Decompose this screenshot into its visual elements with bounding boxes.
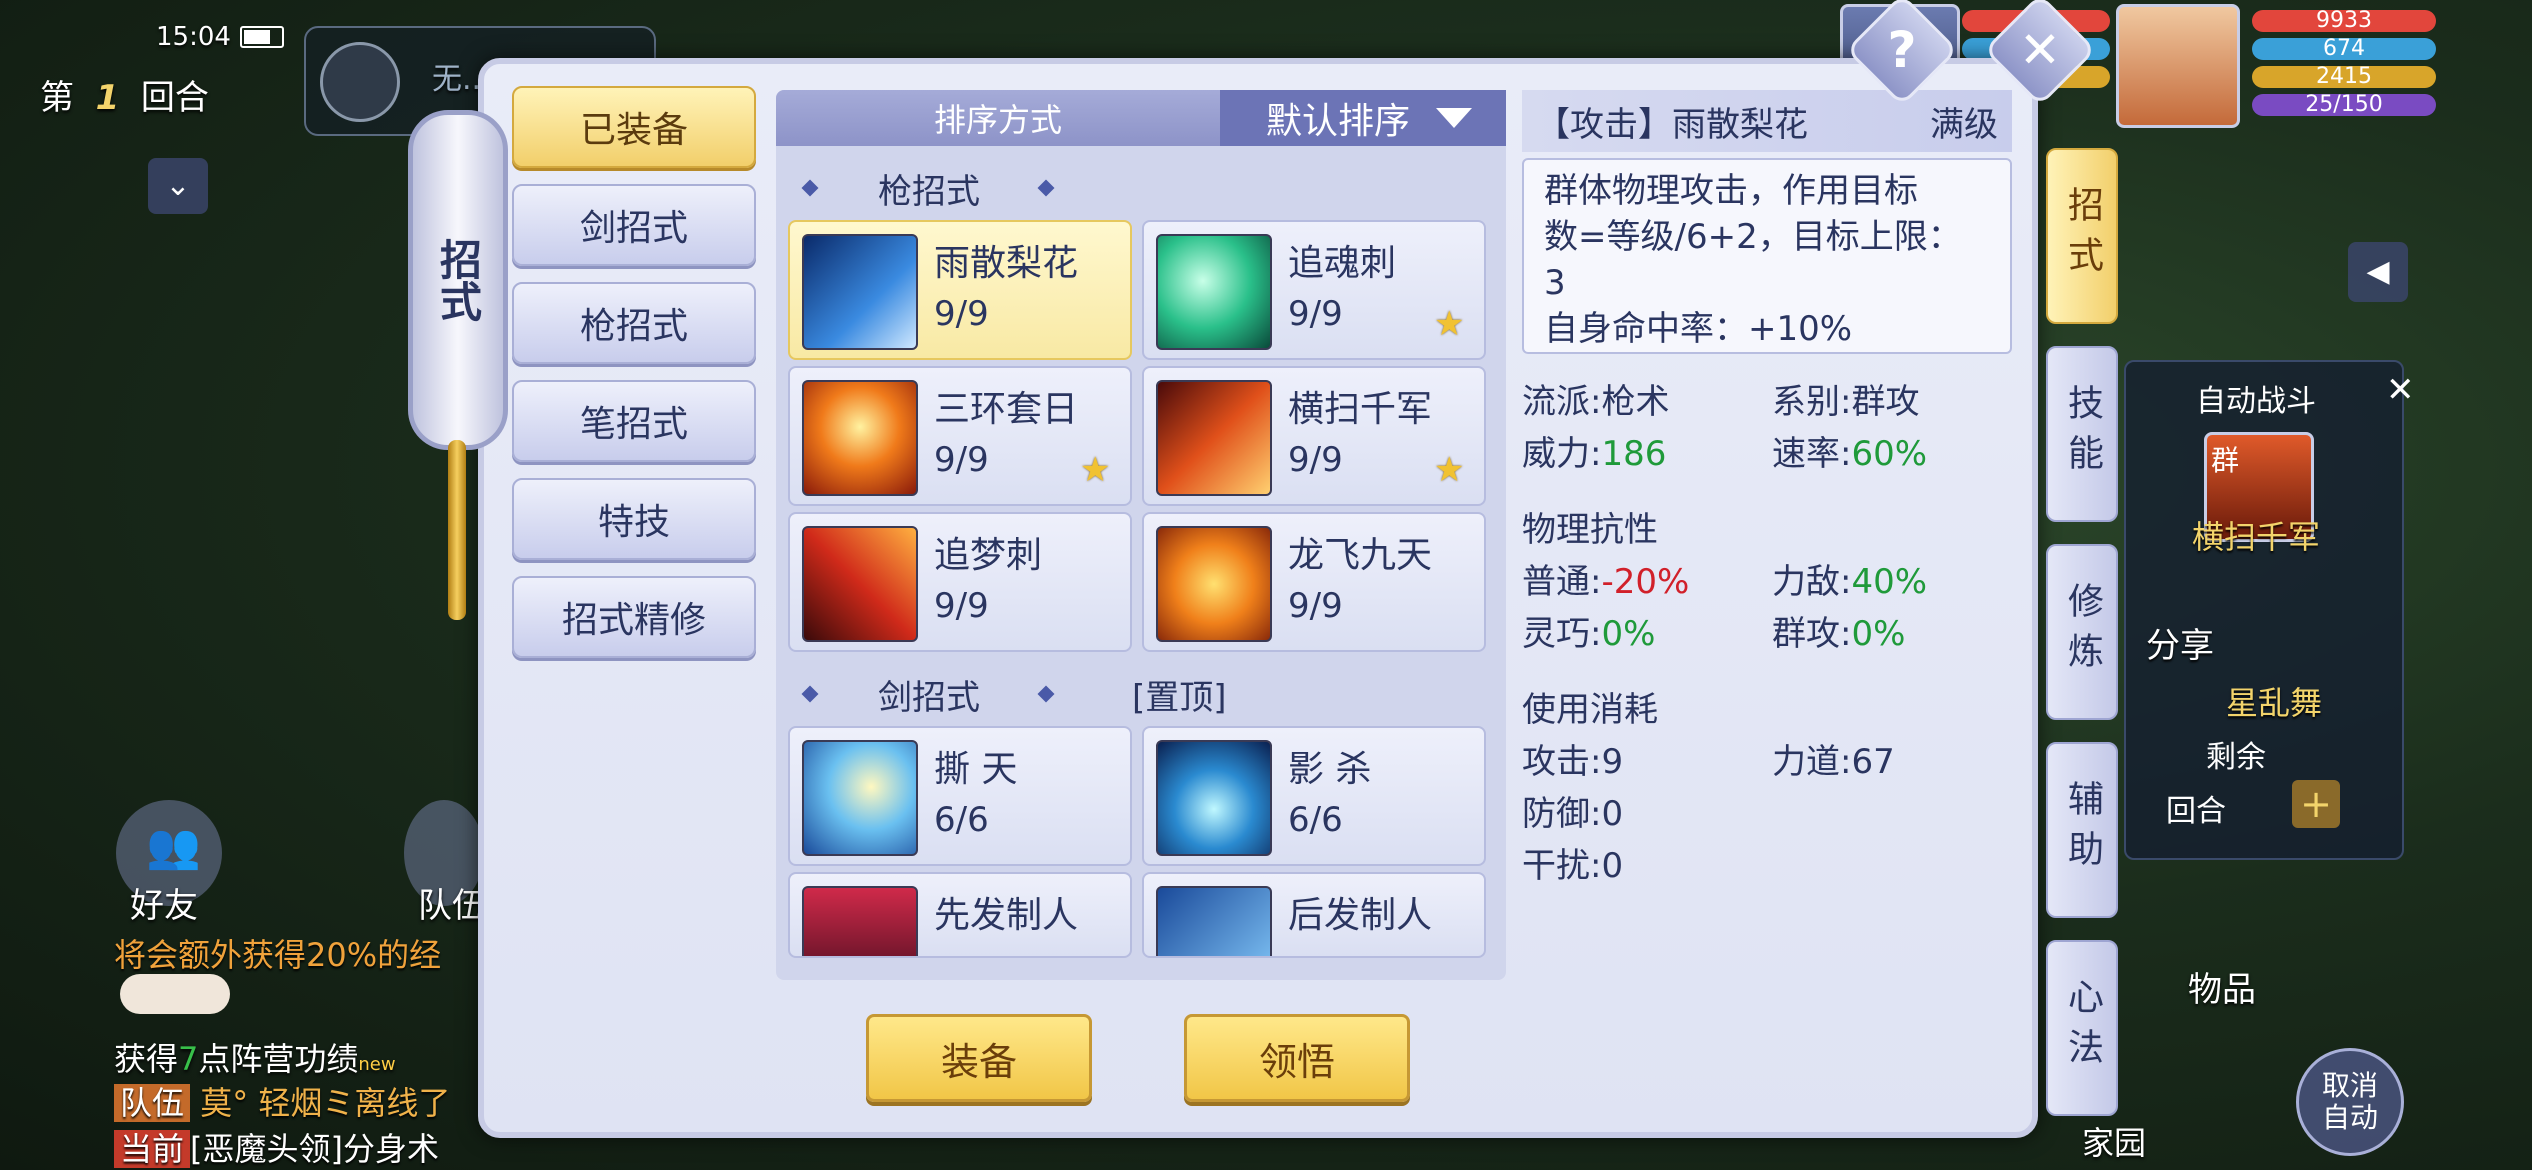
green-spear-icon xyxy=(1156,234,1272,350)
category-sword[interactable]: 剑招式 xyxy=(512,184,756,266)
player-mp-bar: 674 xyxy=(2252,38,2436,60)
sun-rings-icon xyxy=(802,380,918,496)
auto-battle-panel: 自动战斗 ✕ 群 横扫千军 星乱舞 剩余 回合 + xyxy=(2124,360,2415,860)
round-indicator: 第 1 回合 xyxy=(40,78,209,118)
detail-grade: 满级 xyxy=(1930,104,1998,145)
close-icon: ✕ xyxy=(2019,21,2061,79)
pin-to-top-link[interactable]: [置顶] xyxy=(1132,670,1227,719)
auto-skill2-name: 星乱舞 xyxy=(2226,684,2323,722)
section-spear: 枪招式 xyxy=(790,158,1490,218)
force-resist: 力敌:40% xyxy=(1772,562,1928,602)
def-cost: 防御:0 xyxy=(1522,794,1624,834)
pet-emote-icon xyxy=(120,974,230,1014)
remain-label: 剩余 xyxy=(2206,740,2266,775)
skill-card[interactable]: 撕 天 6/6 xyxy=(788,726,1132,866)
team-label: 队伍 xyxy=(418,886,486,926)
scroll-tassel xyxy=(448,440,466,620)
detail-description: 群体物理攻击，作用目标 数=等级/6+2，目标上限： 3 自身命中率：+10% xyxy=(1522,158,2012,354)
skill-card[interactable]: 雨散梨花 9/9 xyxy=(788,220,1132,360)
first-strike-icon xyxy=(802,886,918,956)
player-sp-bar: 2415 xyxy=(2252,66,2436,88)
tab-moves[interactable]: 招式 xyxy=(2046,148,2118,324)
player-portrait[interactable] xyxy=(2116,4,2240,128)
auto-battle-title: 自动战斗 xyxy=(2196,384,2316,419)
tab-assist[interactable]: 辅助 xyxy=(2046,742,2118,918)
fire-dragon-icon xyxy=(1156,526,1272,642)
auto-skill1-name: 横扫千军 xyxy=(2192,518,2321,556)
share-label: 分享 xyxy=(2146,626,2214,666)
speed-stat: 速率:60% xyxy=(1772,434,1928,474)
help-icon: ? xyxy=(1887,21,1917,79)
counter-strike-icon xyxy=(1156,886,1272,956)
section-sword: 剑招式 [置顶] xyxy=(790,664,1490,724)
fire-sweep-icon xyxy=(1156,380,1272,496)
add-rounds-button[interactable]: + xyxy=(2292,780,2340,828)
normal-resist: 普通:-20% xyxy=(1522,562,1690,602)
player-exp-bar: 25/150 xyxy=(2252,94,2436,116)
detail-title: 【攻击】雨散梨花 xyxy=(1536,104,1808,145)
friends-label: 好友 xyxy=(130,886,198,926)
sky-slash-icon xyxy=(802,740,918,856)
sort-dropdown[interactable]: 默认排序 xyxy=(1220,90,1506,146)
skill-card[interactable]: 追梦刺 9/9 xyxy=(788,512,1132,652)
str-cost: 力道:67 xyxy=(1772,742,1895,782)
items-label: 物品 xyxy=(2188,970,2256,1010)
star-icon: ★ xyxy=(1080,450,1111,490)
equip-button[interactable]: 装备 xyxy=(866,1014,1092,1102)
tab-mind[interactable]: 心法 xyxy=(2046,940,2118,1116)
chat-line-3: 队伍 莫° 轻烟ミ离线了 xyxy=(114,1078,478,1124)
dropdown-arrow-icon xyxy=(1436,108,1473,128)
skill-card[interactable]: 龙飞九天 9/9 xyxy=(1142,512,1486,652)
agile-resist: 灵巧:0% xyxy=(1522,614,1656,654)
comprehend-button[interactable]: 领悟 xyxy=(1184,1014,1410,1102)
battery-icon xyxy=(240,26,284,48)
skill-card[interactable]: 追魂刺 9/9 ★ xyxy=(1142,220,1486,360)
school-stat: 流派:枪术 xyxy=(1522,382,1670,422)
star-icon: ★ xyxy=(1434,304,1465,344)
type-stat: 系别:群攻 xyxy=(1772,382,1920,422)
friends-icon: 👥 xyxy=(146,821,201,872)
expand-left-icon[interactable]: ◀ xyxy=(2348,242,2408,302)
category-brush[interactable]: 笔招式 xyxy=(512,380,756,462)
clock: 15:04 xyxy=(156,22,231,52)
category-equipped[interactable]: 已装备 xyxy=(512,86,756,168)
skill-card[interactable]: 三环套日 9/9 ★ xyxy=(788,366,1132,506)
star-icon: ★ xyxy=(1434,450,1465,490)
skill-card[interactable]: 先发制人 xyxy=(788,872,1132,958)
scroll-title: 招式 xyxy=(408,110,508,450)
detail-title-bar: 【攻击】雨散梨花 满级 xyxy=(1522,90,2012,152)
player-hp-bar: 9933 xyxy=(2252,10,2436,32)
resist-title: 物理抗性 xyxy=(1522,510,1658,550)
category-spear[interactable]: 枪招式 xyxy=(512,282,756,364)
rounds-label: 回合 xyxy=(2166,794,2226,829)
chat-line-1: 将会额外获得20%的经 xyxy=(114,936,442,974)
atk-cost: 攻击:9 xyxy=(1522,742,1624,782)
tab-skills[interactable]: 技能 xyxy=(2046,346,2118,522)
cancel-auto-button[interactable]: 取消自动 xyxy=(2296,1048,2404,1156)
tab-training[interactable]: 修炼 xyxy=(2046,544,2118,720)
skill-card[interactable]: 横扫千军 9/9 ★ xyxy=(1142,366,1486,506)
category-special[interactable]: 特技 xyxy=(512,478,756,560)
power-stat: 威力:186 xyxy=(1522,434,1667,474)
int-cost: 干扰:0 xyxy=(1522,846,1624,886)
nav-home[interactable]: 家园 xyxy=(2082,1118,2146,1164)
cost-title: 使用消耗 xyxy=(1522,690,1658,730)
auto-battle-close-icon[interactable]: ✕ xyxy=(2386,370,2415,410)
collapse-down-icon[interactable]: ⌄ xyxy=(148,158,208,214)
rain-blades-icon xyxy=(802,234,918,350)
sort-label: 排序方式 xyxy=(933,101,1062,139)
chat-line-2: 获得7点阵营功绩new xyxy=(114,1040,396,1078)
red-spear-icon xyxy=(802,526,918,642)
skill-card[interactable]: 影 杀 6/6 xyxy=(1142,726,1486,866)
category-refine[interactable]: 招式精修 xyxy=(512,576,756,658)
swirl-icon xyxy=(320,42,400,122)
group-resist: 群攻:0% xyxy=(1772,614,1906,654)
sort-bar: 排序方式 默认排序 xyxy=(776,90,1506,146)
shadow-kill-icon xyxy=(1156,740,1272,856)
skill-card[interactable]: 后发制人 xyxy=(1142,872,1486,958)
chat-line-4: 当前 [恶魔头领]分身术 xyxy=(114,1124,478,1170)
